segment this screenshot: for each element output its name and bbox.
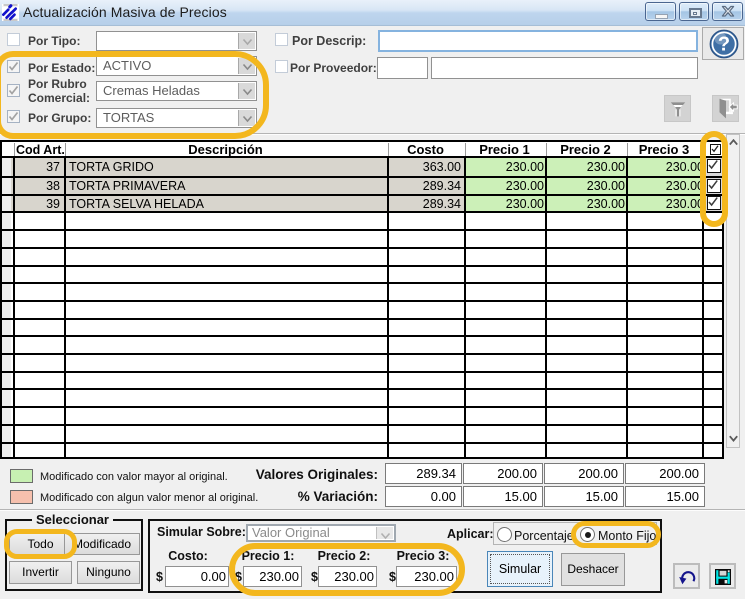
svg-text:?: ?	[718, 34, 730, 56]
